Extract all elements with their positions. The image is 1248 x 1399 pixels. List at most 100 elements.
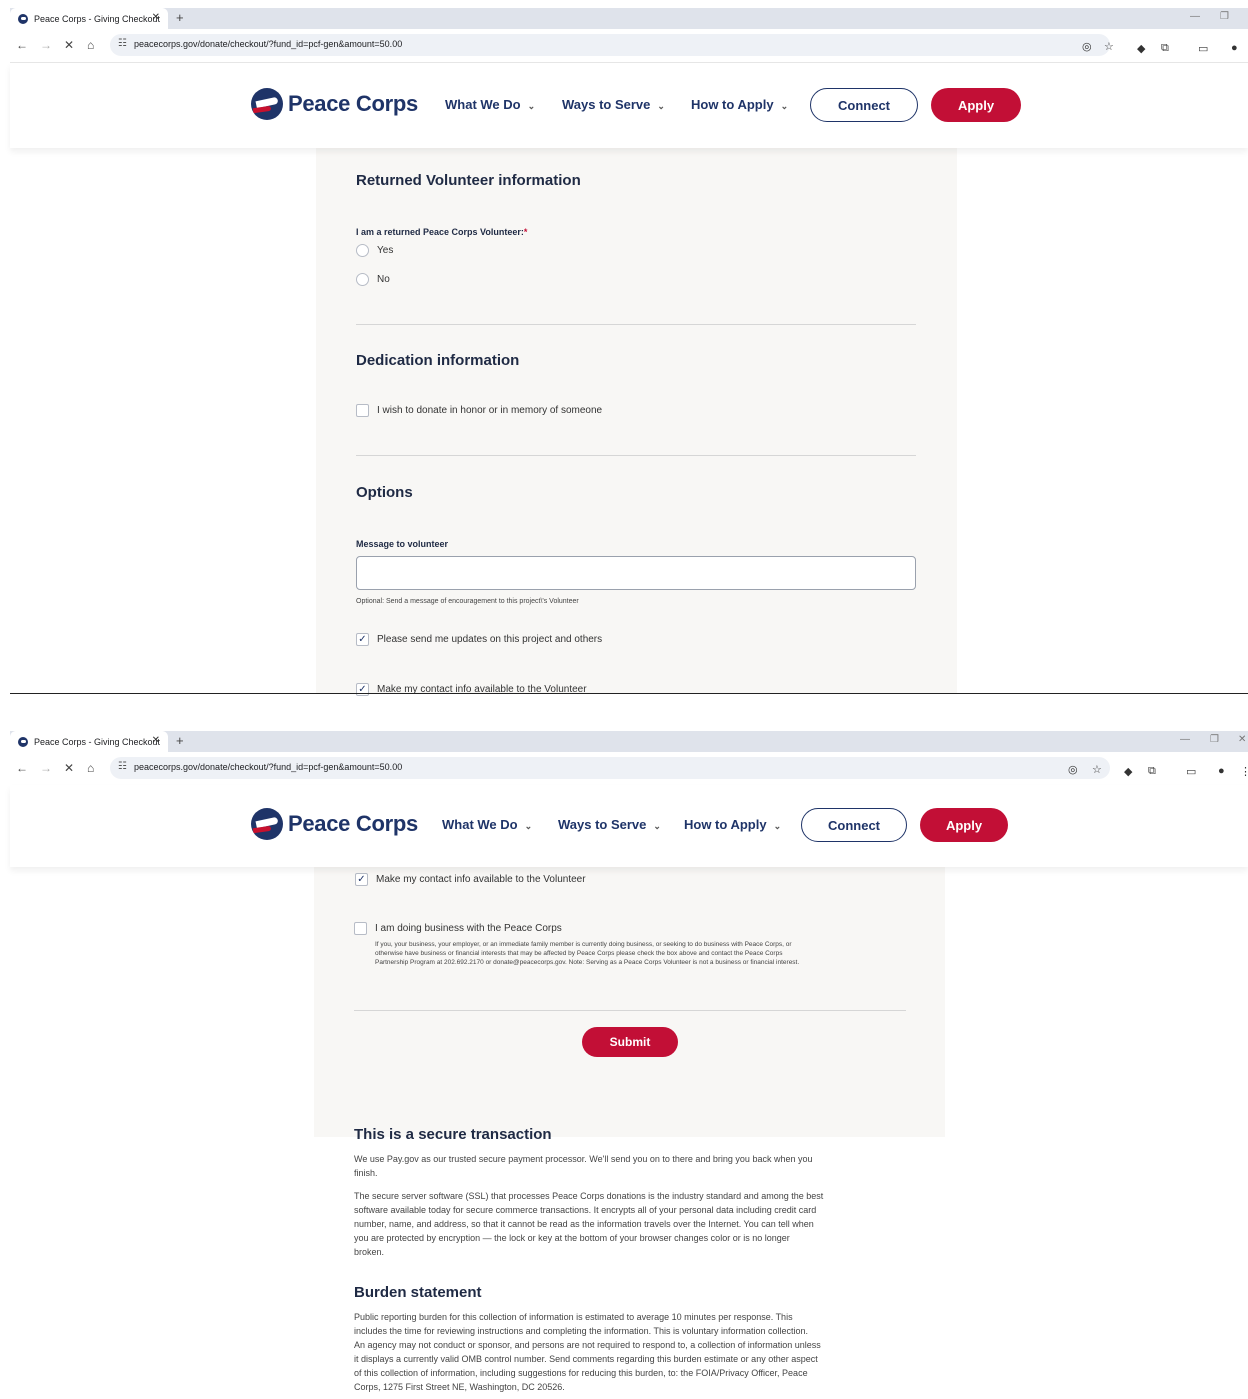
puzzle-icon[interactable]: ⧉ — [1161, 42, 1169, 55]
nav-what-we-do[interactable]: What We Do ⌄ — [445, 97, 535, 112]
checkbox-box[interactable] — [354, 922, 367, 935]
secure-paragraph-2: The secure server software (SSL) that pr… — [354, 1191, 824, 1257]
checkbox-box[interactable] — [356, 404, 369, 417]
dove-logo-icon — [251, 88, 283, 120]
chevron-down-icon: ⌄ — [527, 101, 536, 111]
secure-paragraph-1: We use Pay.gov as our trusted secure pay… — [354, 1154, 813, 1178]
forward-icon[interactable]: → — [40, 761, 52, 775]
eye-off-icon[interactable]: ◎ — [1068, 763, 1078, 776]
returned-volunteer-heading: Returned Volunteer information — [356, 172, 581, 189]
nav-how-to-apply[interactable]: How to Apply ⌄ — [684, 817, 781, 832]
home-icon[interactable]: ⌂ — [87, 761, 94, 775]
window-close-icon[interactable]: ✕ — [1238, 734, 1246, 745]
apply-button[interactable]: Apply — [931, 88, 1021, 122]
chevron-down-icon: ⌄ — [653, 821, 661, 831]
url-text: peacecorps.gov/donate/checkout/?fund_id=… — [134, 39, 403, 49]
site-header: Peace Corps What We Do ⌄ Ways to Serve ⌄ H… — [10, 63, 1248, 148]
tab-title: Peace Corps - Giving Checkout — [34, 736, 161, 747]
nav-ways-to-serve[interactable]: Ways to Serve ⌄ — [562, 97, 665, 112]
site-header: Peace Corps What We Do ⌄ Ways to Serve ⌄ H… — [10, 785, 1248, 867]
favicon-icon — [18, 13, 28, 24]
address-bar-row: ← → ✕ ⌂ ☷ peacecorps.gov/donate/checkout… — [10, 29, 1248, 63]
puzzle-icon[interactable]: ⧉ — [1148, 765, 1156, 778]
secure-transaction-heading: This is a secure transaction — [354, 1126, 552, 1143]
site-settings-icon[interactable]: ☷ — [118, 761, 127, 772]
message-label: Message to volunteer — [356, 539, 449, 549]
back-icon[interactable]: ← — [16, 38, 28, 52]
stop-icon[interactable]: ✕ — [64, 38, 74, 52]
forward-icon[interactable]: → — [40, 38, 52, 52]
burden-paragraph: Public reporting burden for this collect… — [354, 1312, 821, 1392]
new-tab-button[interactable]: + — [176, 10, 184, 25]
section-divider — [356, 324, 916, 325]
check-icon[interactable]: ✓ — [356, 633, 369, 646]
radio-yes[interactable]: Yes — [356, 244, 393, 257]
logo-text: Peace Corps — [288, 91, 418, 116]
restore-icon[interactable]: ❐ — [1210, 734, 1219, 745]
address-bar-row: ← → ✕ ⌂ ☷ peacecorps.gov/donate/checkout… — [10, 752, 1248, 786]
star-icon[interactable]: ☆ — [1104, 40, 1114, 53]
screenshot-cut-line — [10, 693, 1248, 694]
extension-icon[interactable]: ◆ — [1137, 42, 1145, 55]
address-bar[interactable]: ☷ peacecorps.gov/donate/checkout/?fund_i… — [110, 757, 1110, 779]
minimize-icon[interactable]: — — [1190, 11, 1200, 22]
screenshot-bottom: Peace Corps - Giving Checkout ✕ + — ❐ ✕ … — [0, 726, 1248, 1399]
section-divider — [354, 1010, 906, 1011]
star-icon[interactable]: ☆ — [1092, 763, 1102, 776]
menu-icon[interactable]: ⋮ — [1240, 765, 1248, 778]
url-text: peacecorps.gov/donate/checkout/?fund_id=… — [134, 762, 403, 772]
chevron-down-icon: ⌄ — [780, 101, 789, 111]
browser-tab[interactable]: Peace Corps - Giving Checkout ✕ — [10, 8, 168, 29]
nav-ways-to-serve[interactable]: Ways to Serve ⌄ — [558, 817, 661, 832]
home-icon[interactable]: ⌂ — [87, 38, 94, 52]
radio-circle[interactable] — [356, 244, 369, 257]
connect-button[interactable]: Connect — [810, 88, 918, 122]
business-checkbox[interactable]: I am doing business with the Peace Corps — [354, 922, 562, 935]
nav-what-we-do[interactable]: What We Do ⌄ — [442, 817, 532, 832]
minimize-icon[interactable]: — — [1180, 734, 1190, 745]
section-divider — [356, 455, 916, 456]
tab-strip: Peace Corps - Giving Checkout ✕ + — ❐ — [10, 8, 1248, 29]
updates-checkbox[interactable]: ✓ Please send me updates on this project … — [356, 633, 602, 646]
required-marker: * — [523, 227, 528, 237]
business-help-text: If you, your business, your employer, or… — [375, 941, 800, 966]
tab-title: Peace Corps - Giving Checkout — [34, 13, 161, 24]
back-icon[interactable]: ← — [16, 761, 28, 775]
restore-icon[interactable]: ❐ — [1220, 11, 1229, 22]
new-tab-button[interactable]: + — [176, 733, 184, 748]
browser-tab[interactable]: Peace Corps - Giving Checkout ✕ — [10, 731, 168, 752]
chevron-down-icon: ⌄ — [657, 101, 665, 111]
screenshot-top: Peace Corps - Giving Checkout ✕ + — ❐ ← … — [0, 0, 1248, 712]
reading-list-icon[interactable]: ▭ — [1198, 42, 1208, 55]
profile-icon[interactable]: ● — [1231, 42, 1238, 54]
eye-off-icon[interactable]: ◎ — [1082, 40, 1092, 53]
check-icon[interactable]: ✓ — [355, 873, 368, 886]
peace-corps-logo[interactable]: Peace Corps — [251, 808, 418, 840]
contact-checkbox[interactable]: ✓ Make my contact info available to the V… — [355, 873, 586, 886]
address-bar[interactable]: ☷ peacecorps.gov/donate/checkout/?fund_i… — [110, 34, 1110, 56]
message-input[interactable] — [356, 556, 916, 590]
nav-how-to-apply[interactable]: How to Apply ⌄ — [691, 97, 788, 112]
peace-corps-logo[interactable]: Peace Corps — [251, 88, 418, 120]
burden-statement-heading: Burden statement — [354, 1284, 482, 1301]
contact-checkbox[interactable]: ✓ Make my contact info available to the V… — [356, 683, 587, 696]
form-panel — [314, 867, 945, 1137]
tab-close-icon[interactable]: ✕ — [152, 12, 160, 23]
logo-text: Peace Corps — [288, 811, 418, 836]
tab-close-icon[interactable]: ✕ — [152, 735, 160, 746]
connect-button[interactable]: Connect — [801, 808, 907, 842]
apply-button[interactable]: Apply — [920, 808, 1008, 842]
chevron-down-icon: ⌄ — [524, 821, 533, 831]
site-settings-icon[interactable]: ☷ — [118, 38, 127, 49]
reading-list-icon[interactable]: ▭ — [1186, 765, 1196, 778]
radio-circle[interactable] — [356, 273, 369, 286]
options-heading: Options — [356, 484, 413, 501]
dedication-checkbox[interactable]: I wish to donate in honor or in memory o… — [356, 404, 602, 417]
returned-volunteer-question: I am a returned Peace Corps Volunteer:* — [356, 227, 528, 237]
check-icon[interactable]: ✓ — [356, 683, 369, 696]
profile-icon[interactable]: ● — [1218, 765, 1225, 777]
radio-no[interactable]: No — [356, 273, 390, 286]
extension-icon[interactable]: ◆ — [1124, 765, 1132, 778]
submit-button[interactable]: Submit — [582, 1027, 678, 1057]
stop-icon[interactable]: ✕ — [64, 761, 74, 775]
